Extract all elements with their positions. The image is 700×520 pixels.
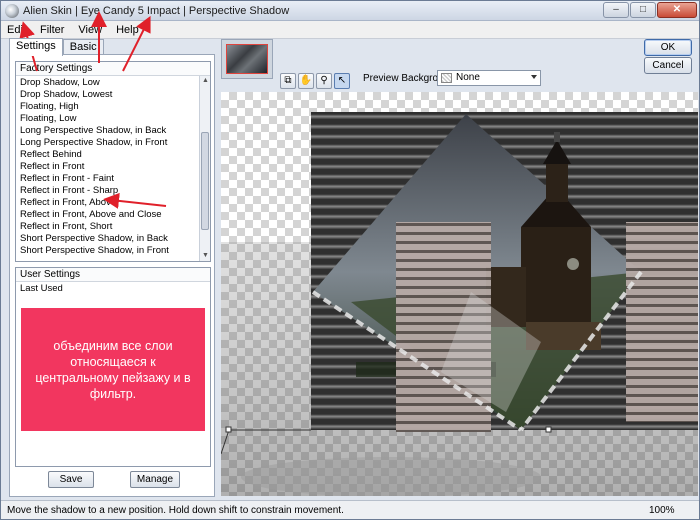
status-text: Move the shadow to a new position. Hold … [7, 505, 344, 516]
menu-filter[interactable]: Filter [40, 24, 64, 36]
chevron-down-icon [531, 75, 537, 79]
list-item[interactable]: Short Perspective Shadow, in Back [16, 233, 198, 245]
list-item[interactable]: Reflect in Front - Sharp [16, 185, 198, 197]
window-controls: – □ ✕ [603, 2, 697, 18]
thumbnail-viewport[interactable] [226, 44, 268, 74]
list-item[interactable]: Reflect in Front, Above [16, 197, 198, 209]
scroll-thumb[interactable] [201, 132, 209, 230]
window-title: Alien Skin | Eye Candy 5 Impact | Perspe… [23, 5, 290, 17]
list-item[interactable]: Drop Shadow, Lowest [16, 89, 198, 101]
user-settings-header: User Settings [16, 268, 210, 282]
preview-image [221, 112, 698, 496]
close-button[interactable]: ✕ [657, 2, 697, 18]
app-window: Alien Skin | Eye Candy 5 Impact | Perspe… [0, 0, 700, 520]
annotation-note: объединим все слои относящаеся к централ… [21, 308, 205, 431]
preview-toggle-icon[interactable]: ⧉ [280, 73, 296, 89]
ok-button[interactable]: OK [644, 39, 692, 56]
tab-basic[interactable]: Basic [62, 39, 104, 55]
maximize-button[interactable]: □ [630, 2, 656, 18]
preview-toolbar: ⧉ ✋ ⚲ ↖ [280, 73, 350, 89]
menu-view[interactable]: View [78, 24, 102, 36]
menu-edit[interactable]: Edit [7, 24, 26, 36]
menu-help[interactable]: Help [116, 24, 139, 36]
list-item[interactable]: Floating, High [16, 101, 198, 113]
list-item[interactable]: Long Perspective Shadow, in Front [16, 137, 198, 149]
list-item[interactable]: Reflect in Front, Above and Close [16, 209, 198, 221]
list-item[interactable]: Reflect in Front - Faint [16, 173, 198, 185]
zoom-icon[interactable]: ⚲ [316, 73, 332, 89]
factory-settings-header: Factory Settings [16, 62, 210, 76]
list-item[interactable]: Reflect Behind [16, 149, 198, 161]
pointer-icon[interactable]: ↖ [334, 73, 350, 89]
zoom-level: 100% [649, 505, 675, 516]
scroll-down-icon[interactable]: ▼ [200, 251, 210, 261]
settings-tabs: Settings Basic [9, 38, 104, 56]
list-item[interactable]: Floating, Low [16, 113, 198, 125]
list-item[interactable]: Last Used [16, 283, 210, 295]
manage-button[interactable]: Manage [130, 471, 180, 488]
transparent-swatch-icon [441, 73, 452, 83]
preview-canvas[interactable] [221, 92, 698, 496]
tab-settings[interactable]: Settings [9, 38, 63, 56]
save-button[interactable]: Save [48, 471, 94, 488]
hand-icon[interactable]: ✋ [298, 73, 314, 89]
navigator-thumbnail[interactable] [221, 39, 273, 79]
cancel-button[interactable]: Cancel [644, 57, 692, 74]
preview-background-value: None [456, 72, 480, 83]
list-item[interactable]: Short Perspective Shadow, in Front [16, 245, 198, 257]
minimize-button[interactable]: – [603, 2, 629, 18]
list-item[interactable]: Reflect in Front, Short [16, 221, 198, 233]
factory-settings-list[interactable]: Factory Settings Drop Shadow, Low Drop Sh… [15, 61, 211, 262]
list-item[interactable]: Long Perspective Shadow, in Back [16, 125, 198, 137]
app-icon [5, 4, 19, 18]
list-item[interactable]: Reflect in Front [16, 161, 198, 173]
menu-bar: Edit Filter View Help [1, 21, 699, 39]
scroll-up-icon[interactable]: ▲ [200, 76, 210, 86]
preview-background-select[interactable]: None [437, 70, 541, 86]
title-bar: Alien Skin | Eye Candy 5 Impact | Perspe… [1, 1, 699, 21]
status-bar: Move the shadow to a new position. Hold … [1, 500, 699, 519]
list-item[interactable]: Drop Shadow, Low [16, 77, 198, 89]
factory-settings-items: Drop Shadow, Low Drop Shadow, Lowest Float… [16, 77, 198, 261]
factory-scrollbar[interactable]: ▲ ▼ [199, 76, 210, 261]
